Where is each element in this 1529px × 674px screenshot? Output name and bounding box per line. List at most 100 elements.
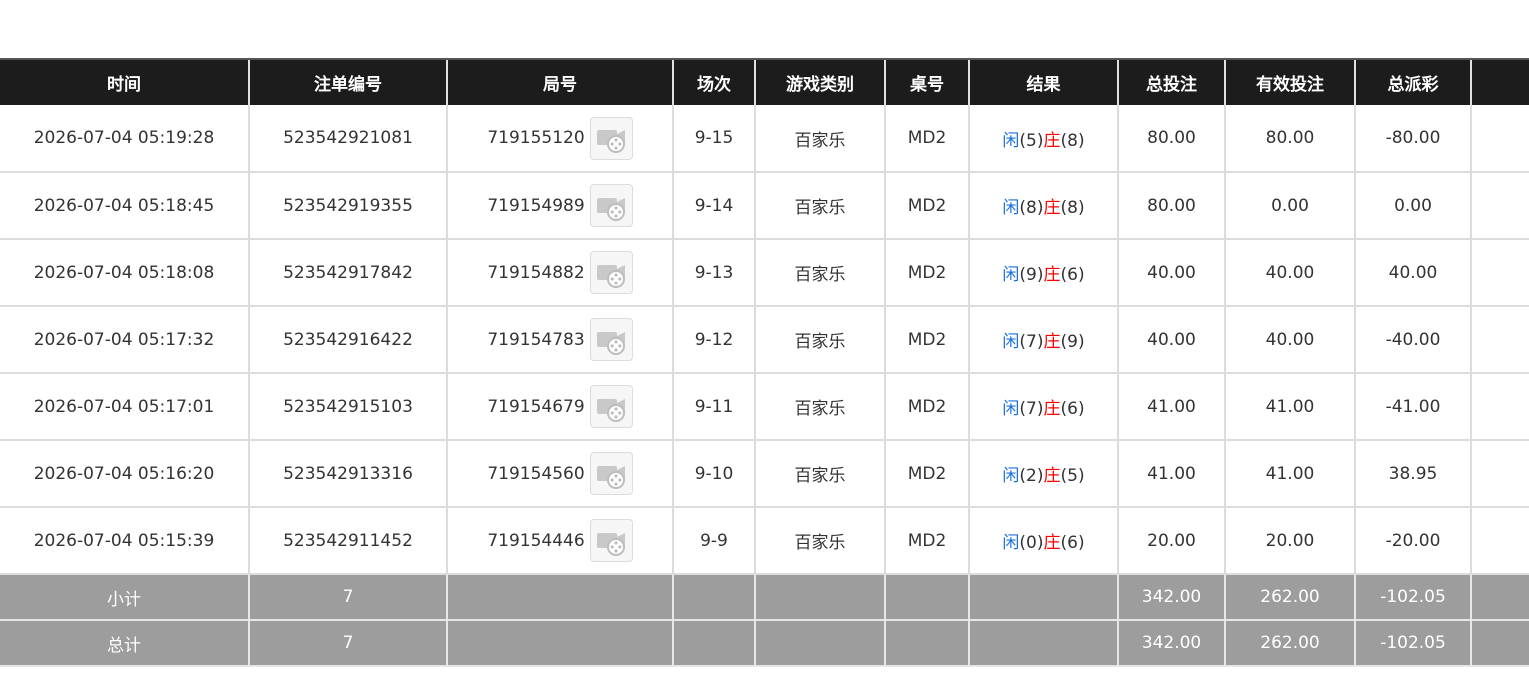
col-header-round: 局号 xyxy=(446,58,673,105)
cell-result: 闲(9)庄(6) xyxy=(968,239,1118,307)
cell-table: MD2 xyxy=(884,440,969,508)
col-header-time: 时间 xyxy=(0,58,249,105)
subtotal-count: 7 xyxy=(248,574,447,621)
cell-total-bet: 41.00 xyxy=(1117,440,1225,508)
banker-label: 庄 xyxy=(1043,198,1061,218)
round-number: 719154560 xyxy=(487,463,585,484)
grandtotal-count: 7 xyxy=(248,620,447,667)
cell-payout: 38.95 xyxy=(1354,440,1471,508)
round-number: 719154989 xyxy=(487,195,585,216)
cell-game: 百家乐 xyxy=(754,306,885,374)
round-number: 719154783 xyxy=(487,329,585,350)
banker-label: 庄 xyxy=(1043,399,1061,419)
cell-valid-bet: 80.00 xyxy=(1224,105,1355,173)
banker-score: (6) xyxy=(1060,265,1085,285)
subtotal-label: 小计 xyxy=(0,574,249,621)
cell-extra xyxy=(1470,105,1529,173)
col-header-shoe: 场次 xyxy=(672,58,755,105)
round-number: 719154446 xyxy=(487,530,585,551)
round-number: 719154679 xyxy=(487,396,585,417)
cell-time: 2026-07-04 05:17:01 xyxy=(0,373,249,441)
banker-label: 庄 xyxy=(1043,265,1061,285)
table-row: 2026-07-04 05:19:28 523542921081 719155120… xyxy=(0,105,1529,173)
col-header-extra xyxy=(1470,58,1529,105)
cell-bet-no: 523542913316 xyxy=(248,440,447,508)
cell-valid-bet: 20.00 xyxy=(1224,507,1355,575)
cell-payout: -80.00 xyxy=(1354,105,1471,173)
grandtotal-row: 总计 7 342.00 262.00 -102.05 xyxy=(0,620,1529,667)
table-header-row: 时间 注单编号 局号 场次 游戏类别 桌号 结果 总投注 有效投注 总派彩 xyxy=(0,58,1529,105)
cell-game: 百家乐 xyxy=(754,172,885,240)
subtotal-payout: -102.05 xyxy=(1354,574,1471,621)
cell-table: MD2 xyxy=(884,373,969,441)
cell-game: 百家乐 xyxy=(754,373,885,441)
cell-payout: -20.00 xyxy=(1354,507,1471,575)
cell-total-bet: 40.00 xyxy=(1117,239,1225,307)
cell-payout: 40.00 xyxy=(1354,239,1471,307)
cell-result: 闲(5)庄(8) xyxy=(968,105,1118,173)
cell-payout: 0.00 xyxy=(1354,172,1471,240)
video-replay-icon[interactable] xyxy=(589,385,633,428)
banker-label: 庄 xyxy=(1043,332,1061,352)
player-score: (8) xyxy=(1019,198,1044,218)
player-label: 闲 xyxy=(1002,130,1020,151)
table-row: 2026-07-04 05:15:39 523542911452 719154446… xyxy=(0,507,1529,575)
cell-bet-no: 523542917842 xyxy=(248,239,447,307)
cell-time: 2026-07-04 05:18:08 xyxy=(0,239,249,307)
player-score: (7) xyxy=(1019,332,1044,352)
player-label: 闲 xyxy=(1002,265,1020,285)
player-score: (9) xyxy=(1019,265,1044,285)
cell-extra xyxy=(1470,440,1529,508)
cell-valid-bet: 0.00 xyxy=(1224,172,1355,240)
player-label: 闲 xyxy=(1002,399,1020,419)
video-replay-icon[interactable] xyxy=(589,318,633,361)
video-replay-icon[interactable] xyxy=(589,251,633,294)
cell-extra xyxy=(1470,306,1529,374)
cell-shoe: 9-12 xyxy=(672,306,755,374)
cell-result: 闲(2)庄(5) xyxy=(968,440,1118,508)
cell-extra xyxy=(1470,507,1529,575)
cell-round: 719154679 xyxy=(446,373,673,441)
subtotal-total-bet: 342.00 xyxy=(1117,574,1225,621)
cell-game: 百家乐 xyxy=(754,440,885,508)
cell-time: 2026-07-04 05:19:28 xyxy=(0,105,249,173)
cell-table: MD2 xyxy=(884,306,969,374)
cell-time: 2026-07-04 05:15:39 xyxy=(0,507,249,575)
cell-game: 百家乐 xyxy=(754,239,885,307)
cell-round: 719154783 xyxy=(446,306,673,374)
col-header-bet-no: 注单编号 xyxy=(248,58,447,105)
cell-bet-no: 523542921081 xyxy=(248,105,447,173)
video-replay-icon[interactable] xyxy=(589,184,633,227)
cell-round: 719155120 xyxy=(446,105,673,173)
banker-score: (9) xyxy=(1060,332,1085,352)
col-header-valid-bet: 有效投注 xyxy=(1224,58,1355,105)
video-replay-icon[interactable] xyxy=(589,116,633,160)
cell-table: MD2 xyxy=(884,239,969,307)
cell-payout: -41.00 xyxy=(1354,373,1471,441)
cell-shoe: 9-10 xyxy=(672,440,755,508)
cell-extra xyxy=(1470,239,1529,307)
cell-table: MD2 xyxy=(884,507,969,575)
video-replay-icon[interactable] xyxy=(589,452,633,495)
video-replay-icon[interactable] xyxy=(589,519,633,562)
player-label: 闲 xyxy=(1002,332,1020,352)
grandtotal-total-bet: 342.00 xyxy=(1117,620,1225,667)
grandtotal-payout: -102.05 xyxy=(1354,620,1471,667)
grandtotal-label: 总计 xyxy=(0,620,249,667)
table-summary: 小计 7 342.00 262.00 -102.05 总计 7 342.00 2… xyxy=(0,574,1529,667)
player-score: (7) xyxy=(1019,399,1044,419)
banker-label: 庄 xyxy=(1043,466,1061,486)
player-score: (5) xyxy=(1019,130,1044,151)
cell-valid-bet: 40.00 xyxy=(1224,239,1355,307)
subtotal-valid-bet: 262.00 xyxy=(1224,574,1355,621)
player-score: (0) xyxy=(1019,533,1044,553)
banker-label: 庄 xyxy=(1043,533,1061,553)
cell-game: 百家乐 xyxy=(754,105,885,173)
cell-valid-bet: 41.00 xyxy=(1224,440,1355,508)
col-header-total-bet: 总投注 xyxy=(1117,58,1225,105)
cell-shoe: 9-15 xyxy=(672,105,755,173)
cell-extra xyxy=(1470,172,1529,240)
cell-extra xyxy=(1470,373,1529,441)
banker-score: (8) xyxy=(1060,198,1085,218)
table-row: 2026-07-04 05:17:32 523542916422 719154783… xyxy=(0,306,1529,374)
